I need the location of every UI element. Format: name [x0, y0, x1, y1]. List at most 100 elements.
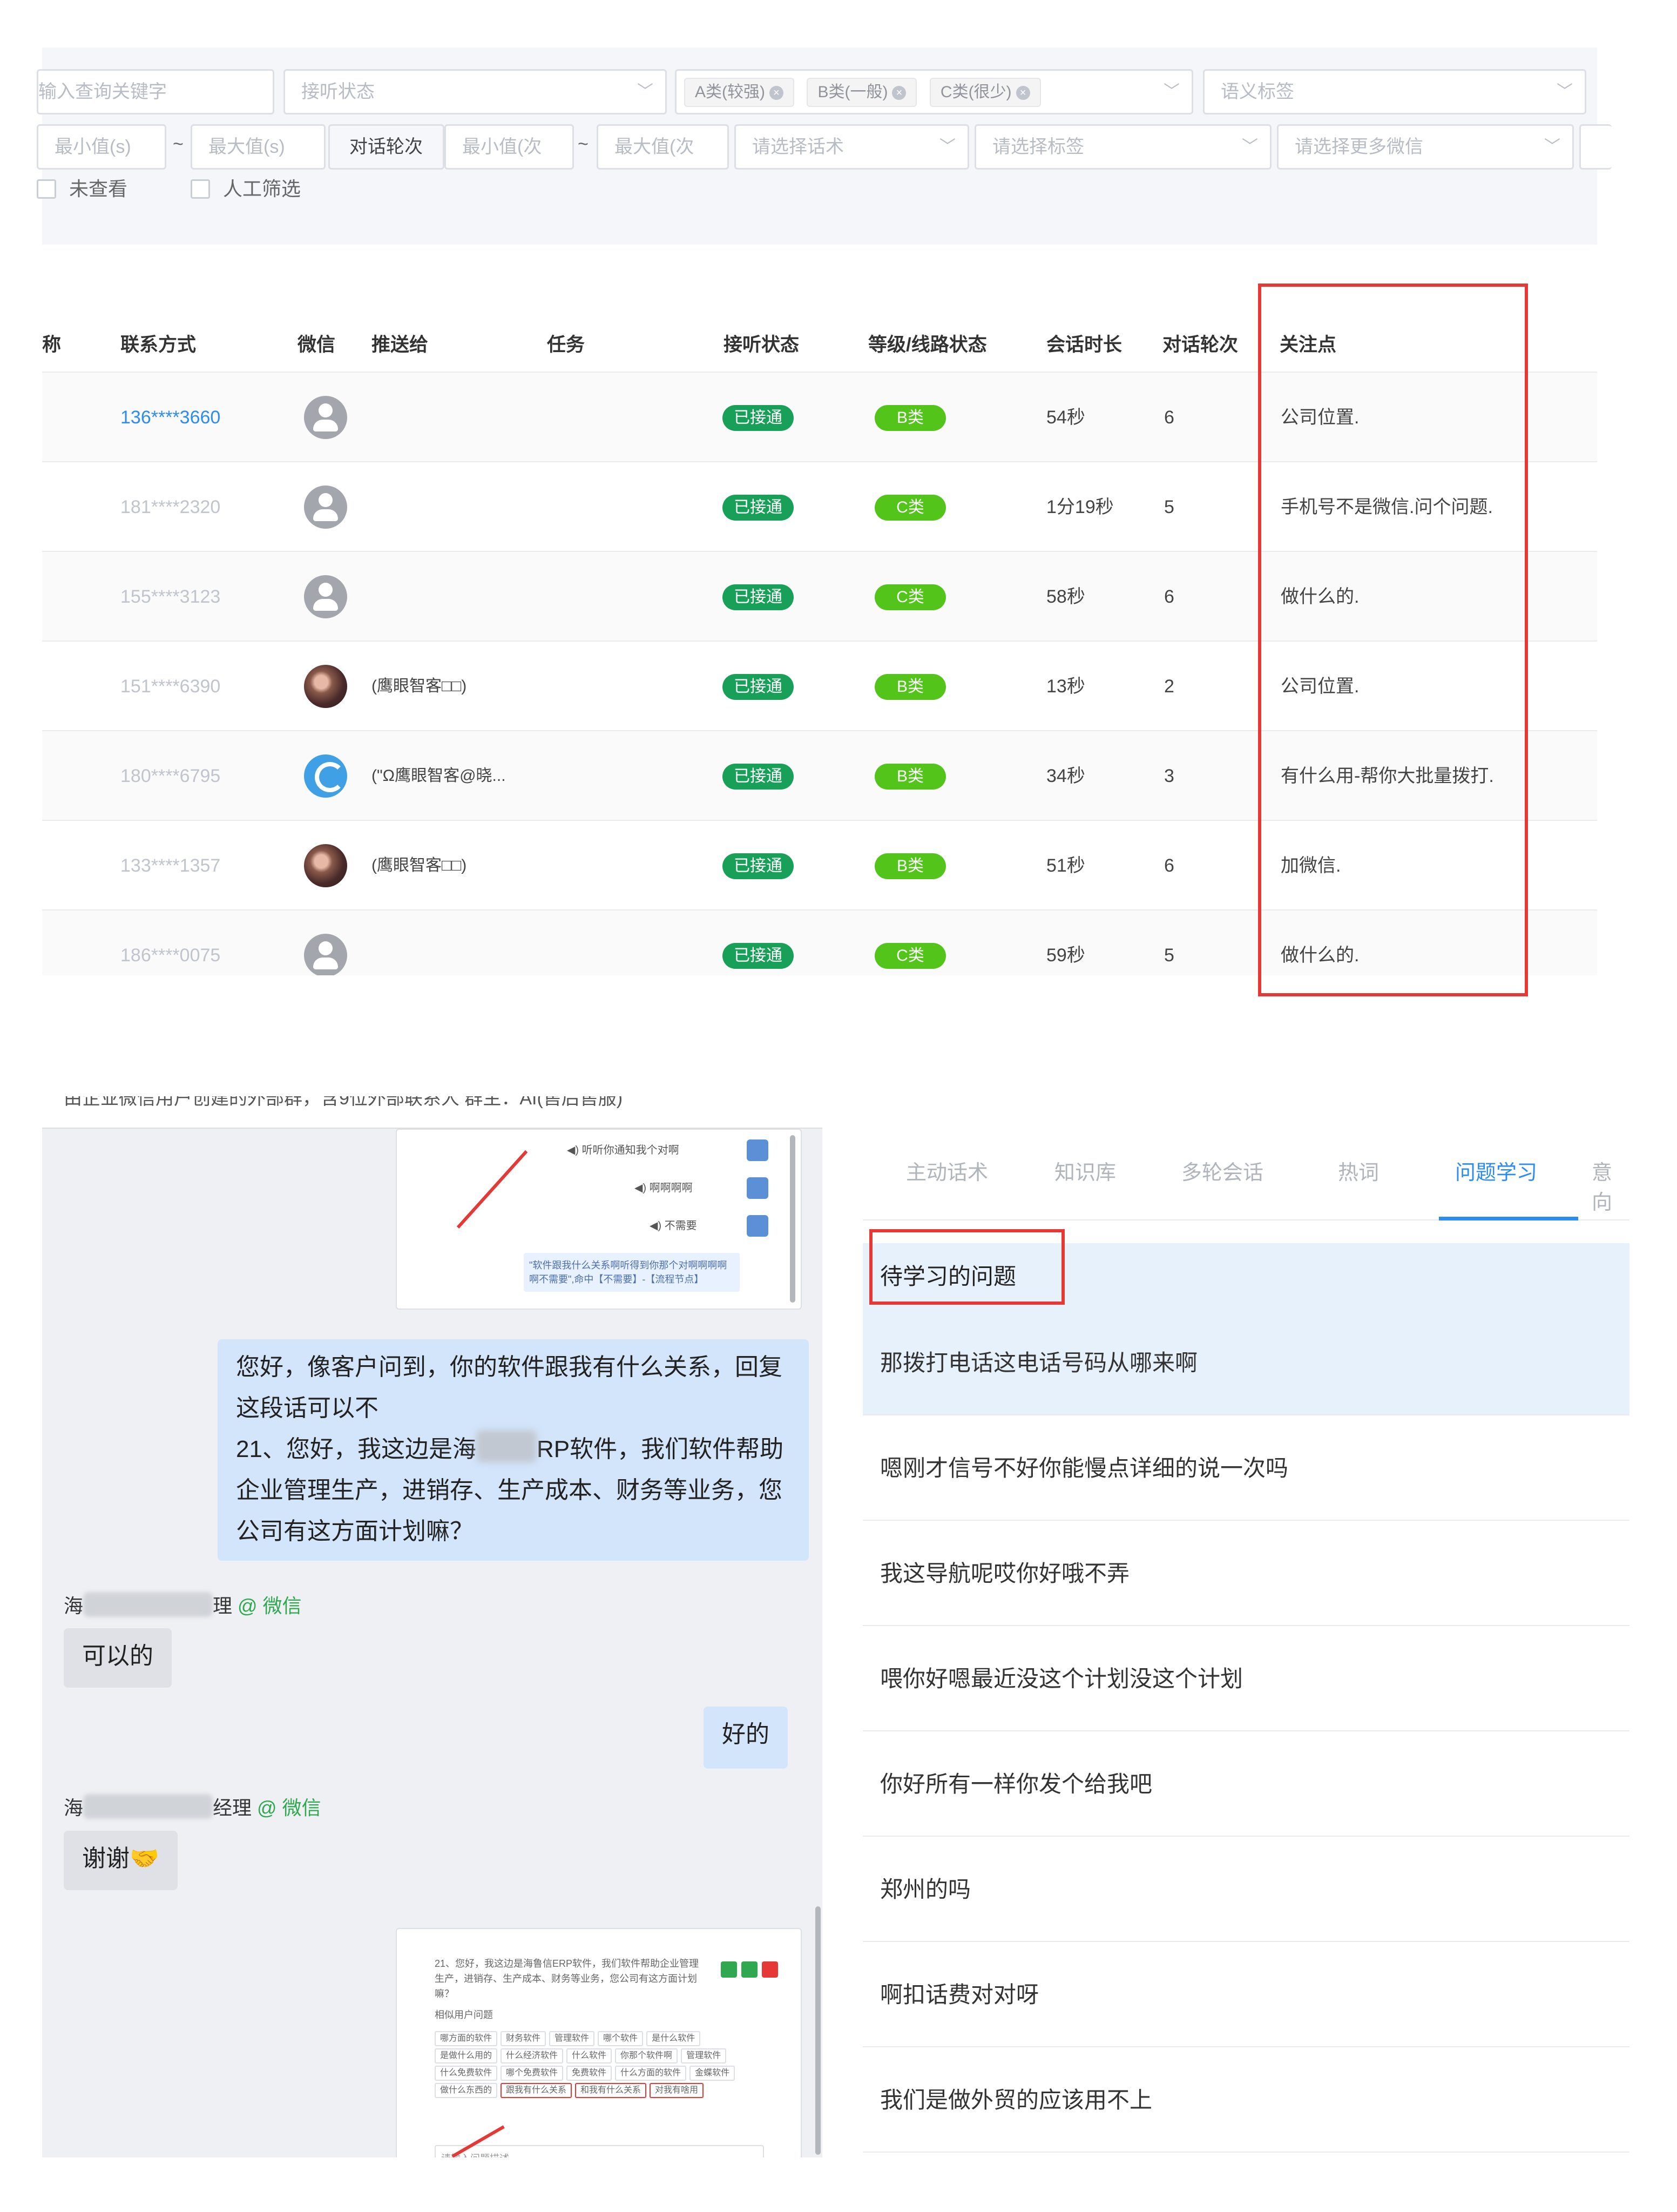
semantic-tag-select[interactable]: 语义标签 ﹀: [1203, 69, 1586, 114]
question-chip[interactable]: 财务软件: [501, 2031, 546, 2046]
close-icon[interactable]: ×: [892, 86, 907, 100]
tab-question-learning[interactable]: 问题学习: [1455, 1156, 1537, 1185]
max-duration-input[interactable]: 最大值(s): [191, 124, 326, 170]
level-multi-select[interactable]: A类(较强) × B类(一般) × C类(很少) × ﹀: [675, 69, 1193, 114]
reply-bubble[interactable]: 可以的: [64, 1628, 172, 1688]
question-chip[interactable]: 什么免费软件: [435, 2066, 498, 2081]
level-tag-b[interactable]: B类(一般) ×: [807, 78, 917, 107]
level-tag-c[interactable]: C类(很少) ×: [929, 78, 1041, 107]
message-line: 21、您好，我这边是海 RP软件，我们软件帮助: [236, 1429, 790, 1470]
col-header-name: 称: [42, 334, 62, 355]
manual-filter-checkbox[interactable]: 人工筛选: [191, 177, 301, 201]
unviewed-checkbox[interactable]: 未查看: [37, 177, 127, 201]
max-rounds-input[interactable]: 最大值(次: [597, 124, 729, 170]
tab-knowledge-base[interactable]: 知识库: [1054, 1156, 1116, 1185]
mini-question-input[interactable]: 请输入问题描述: [435, 2145, 764, 2157]
mini-script-text: 21、您好，我这边是海鲁信ERP软件，我们软件帮助企业管理生产，进销存、生产成本…: [435, 1958, 699, 1999]
col-header-task: 任务: [547, 334, 585, 355]
tab-multi-turn[interactable]: 多轮会话: [1181, 1156, 1263, 1185]
answer-status-select[interactable]: 接听状态 ﹀: [283, 69, 667, 114]
contact-phone[interactable]: 136****3660: [120, 373, 220, 462]
chat-scrollbar[interactable]: [815, 1906, 821, 2155]
question-chip[interactable]: 哪个免费软件: [501, 2066, 564, 2081]
question-chip[interactable]: 管理软件: [549, 2031, 595, 2046]
question-item[interactable]: 喂你好嗯最近没这个计划没这个计划: [863, 1626, 1629, 1731]
question-chip[interactable]: 对我有啥用: [650, 2083, 704, 2098]
audio-message[interactable]: ◀) 啊啊啊啊: [634, 1177, 693, 1199]
question-item[interactable]: 那拨打电话这电话号码从哪来啊: [863, 1310, 1629, 1415]
question-chip[interactable]: 是什么软件: [646, 2031, 701, 2046]
status-badge: 已接通: [722, 674, 794, 700]
question-chip[interactable]: 免费软件: [566, 2066, 612, 2081]
level-tag-a[interactable]: A类(较强) ×: [684, 78, 794, 107]
question-learning-panel: 主动话术 知识库 多轮会话 热词 问题学习 意向 待学习的问题 那拨打电话这电话…: [863, 1096, 1629, 2157]
min-rounds-input[interactable]: 最小值(次: [444, 124, 574, 170]
audio-message[interactable]: ◀) 听听你通知我个对啊: [567, 1139, 679, 1161]
contact-phone[interactable]: 180****6795: [120, 731, 220, 821]
more-select-edge[interactable]: [1579, 124, 1612, 170]
keyword-search-input[interactable]: 输入查询关键字: [37, 69, 274, 114]
my-reply-bubble[interactable]: 好的: [704, 1707, 788, 1769]
question-chip[interactable]: 是做什么用的: [435, 2048, 498, 2063]
question-chip[interactable]: 你那个软件啊: [615, 2048, 678, 2063]
question-chip[interactable]: 做什么东西的: [435, 2083, 498, 2098]
tab-proactive-script[interactable]: 主动话术: [906, 1156, 988, 1185]
delete-icon[interactable]: [762, 1961, 778, 1978]
rounds-cell: 6: [1164, 407, 1174, 428]
script-select[interactable]: 请选择话术 ﹀: [734, 124, 969, 170]
tag-select[interactable]: 请选择标签 ﹀: [975, 124, 1272, 170]
question-chip[interactable]: 哪个软件: [598, 2031, 644, 2046]
chevron-down-icon: ﹀: [1557, 83, 1573, 100]
edit-icon[interactable]: [741, 1961, 758, 1978]
contact-phone[interactable]: 186****0075: [120, 911, 220, 975]
shared-screenshot-bottom[interactable]: 21、您好，我这边是海鲁信ERP软件，我们软件帮助企业管理生产，进销存、生产成本…: [396, 1928, 802, 2157]
my-message-bubble[interactable]: 您好，像客户问到，你的软件跟我有什么关系，回复 这段话可以不 21、您好，我这边…: [218, 1339, 809, 1561]
question-item[interactable]: 我这导航呢哎你好哦不弄: [863, 1521, 1629, 1626]
min-duration-input[interactable]: 最小值(s): [37, 124, 166, 170]
confirm-icon[interactable]: [721, 1961, 737, 1978]
question-chip[interactable]: 跟我有什么关系: [501, 2083, 572, 2098]
question-chip[interactable]: 和我有什么关系: [575, 2083, 647, 2098]
contact-phone[interactable]: 151****6390: [120, 642, 220, 731]
tab-hot-words[interactable]: 热词: [1338, 1156, 1379, 1185]
wechat-source-label: @ 微信: [238, 1595, 302, 1617]
question-chip[interactable]: 金蝶软件: [689, 2066, 735, 2081]
question-item[interactable]: 嗯刚才信号不好你能慢点详细的说一次吗: [863, 1415, 1629, 1521]
question-chip[interactable]: 什么经济软件: [501, 2048, 564, 2063]
duration-cell: 13秒: [1046, 676, 1085, 697]
checkbox-box[interactable]: [37, 179, 56, 199]
person-icon: [747, 1139, 768, 1161]
question-chip[interactable]: 管理软件: [681, 2048, 727, 2063]
scrollbar[interactable]: [790, 1135, 795, 1303]
tab-intent[interactable]: 意向: [1592, 1156, 1629, 1215]
level-tag-b-label: B类(一般): [817, 83, 888, 101]
question-item[interactable]: 我们是做外贸的应该用不上: [863, 2047, 1629, 2153]
question-chip[interactable]: 什么方面的软件: [615, 2066, 687, 2081]
close-icon[interactable]: ×: [1016, 86, 1030, 100]
question-text: 郑州的吗: [880, 1877, 971, 1902]
sender-name: 海 经理 @ 微信: [64, 1794, 321, 1822]
avatar-default-icon: [304, 485, 347, 529]
reply-bubble[interactable]: 谢谢🤝: [64, 1831, 178, 1890]
level-badge: C类: [875, 584, 946, 610]
chat-group-banner-text: 由企业微信用户创建的外部群，含9位外部联系人 群主：AI(售后售服): [64, 1096, 623, 1109]
col-header-contact: 联系方式: [120, 334, 197, 355]
close-icon[interactable]: ×: [769, 86, 783, 100]
tab-bar: 主动话术 知识库 多轮会话 热词 问题学习 意向: [863, 1096, 1629, 1220]
audio-message[interactable]: ◀) 不需要: [650, 1215, 697, 1237]
contact-phone[interactable]: 155****3123: [120, 552, 220, 642]
question-chip[interactable]: 什么软件: [566, 2048, 612, 2063]
shared-screenshot-top[interactable]: ◀) 听听你通知我个对啊 ◀) 啊啊啊啊 ◀) 不需要 "软件跟我什么关系啊听得…: [396, 1129, 802, 1310]
checkbox-box[interactable]: [191, 179, 210, 199]
wechat-select[interactable]: 请选择更多微信 ﹀: [1277, 124, 1574, 170]
question-chip[interactable]: 哪方面的软件: [435, 2031, 498, 2046]
contact-phone[interactable]: 181****2320: [120, 462, 220, 552]
question-item[interactable]: 啊扣话费对对呀: [863, 1942, 1629, 2047]
sender-suffix: 理: [213, 1595, 233, 1617]
question-item[interactable]: 郑州的吗: [863, 1837, 1629, 1942]
avatar-photo: [304, 844, 347, 887]
question-item[interactable]: 你好所有一样你发个给我吧: [863, 1731, 1629, 1837]
level-badge: B类: [875, 764, 946, 790]
redaction-blur: [476, 1430, 537, 1462]
contact-phone[interactable]: 133****1357: [120, 821, 220, 911]
